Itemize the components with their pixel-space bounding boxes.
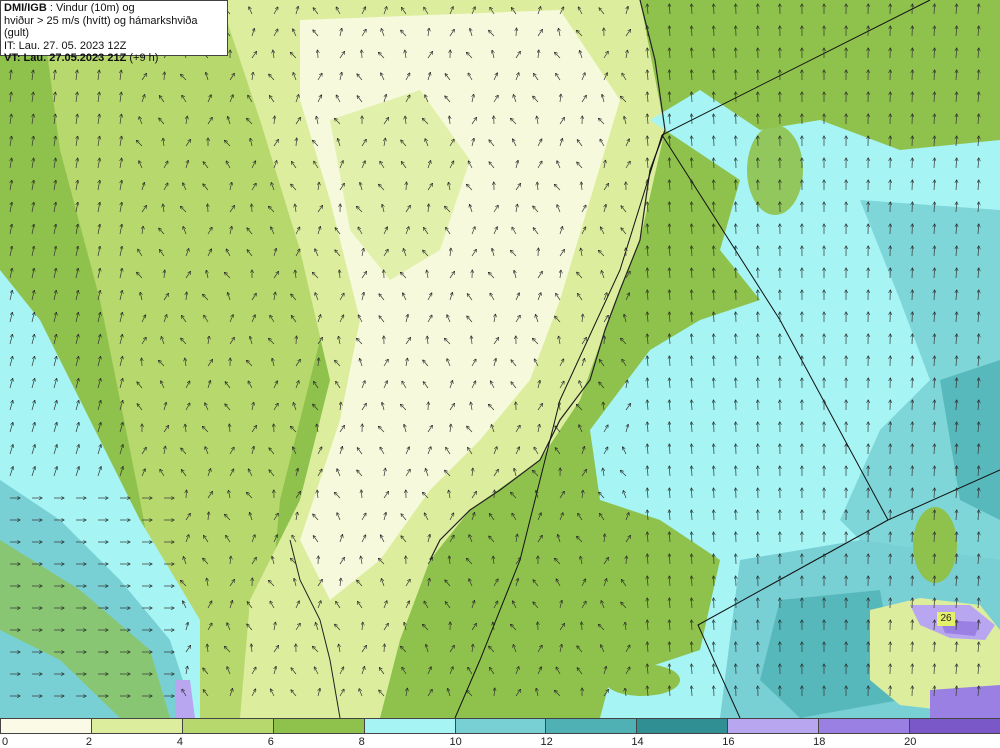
- wind-arrow: [714, 202, 715, 212]
- wind-arrow: [714, 26, 715, 36]
- wind-arrow: [714, 510, 715, 520]
- green-patch: [604, 664, 680, 696]
- info-box: DMI/IGB : Vindur (10m) og hviður > 25 m/…: [0, 0, 228, 56]
- wind-arrow: [384, 644, 385, 652]
- wind-arrow: [714, 70, 715, 80]
- legend-tick: 6: [268, 736, 274, 748]
- wind-arrow: [714, 664, 715, 674]
- wind-arrow: [714, 686, 715, 696]
- wind-arrow: [296, 336, 297, 344]
- wind-arrow: [494, 490, 495, 498]
- wind-arrow: [714, 466, 715, 476]
- info-title: : Vindur (10m) og: [47, 2, 135, 14]
- legend-tick: 12: [540, 736, 552, 748]
- wind-arrow: [208, 204, 209, 212]
- info-line-4: VT: Lau. 27.05.2023 21Z (+9 h): [4, 52, 224, 65]
- info-line-2: hviður > 25 m/s (hvítt) og hámarkshviða …: [4, 15, 224, 40]
- green-patch: [747, 125, 803, 215]
- legend-tick: 18: [813, 736, 825, 748]
- legend-tick: 14: [631, 736, 643, 748]
- wind-arrow: [714, 400, 715, 410]
- legend: 0 2 4 6 8 10 12 14 16 18 20: [0, 718, 1000, 747]
- wind-arrow: [714, 598, 715, 608]
- legend-swatch: [727, 718, 819, 734]
- wind-arrow: [714, 246, 715, 256]
- legend-swatch: [636, 718, 728, 734]
- legend-swatch: [364, 718, 456, 734]
- wind-arrow: [714, 312, 715, 322]
- wind-arrow: [714, 488, 715, 498]
- legend-tick: 16: [722, 736, 734, 748]
- wind-arrow: [714, 114, 715, 124]
- wind-arrow: [714, 158, 715, 168]
- wind-map: [0, 0, 1000, 718]
- wind-arrow: [714, 334, 715, 344]
- wind-arrow: [714, 92, 715, 102]
- green-patch: [913, 507, 957, 583]
- wind-arrow: [714, 532, 715, 542]
- wind-arrow: [516, 28, 517, 36]
- wind-arrow: [714, 224, 715, 234]
- legend-swatch: [455, 718, 547, 734]
- wind-arrow: [362, 50, 363, 58]
- max-gust-label: 26: [937, 612, 955, 626]
- wind-arrow: [252, 204, 253, 212]
- wind-arrow: [714, 136, 715, 146]
- wind-arrow: [714, 4, 715, 14]
- legend-tick: 8: [359, 736, 365, 748]
- wind-arrow: [714, 422, 715, 432]
- wind-arrow: [604, 336, 605, 344]
- legend-tick: 10: [450, 736, 462, 748]
- wind-arrow: [714, 620, 715, 630]
- wind-arrow: [714, 378, 715, 388]
- legend-swatch: [91, 718, 183, 734]
- wind-arrow: [714, 576, 715, 586]
- wind-arrow: [714, 356, 715, 366]
- legend-swatch: [545, 718, 637, 734]
- info-lead: (+9 h): [126, 52, 158, 64]
- legend-swatch: [182, 718, 274, 734]
- legend-tick: 20: [904, 736, 916, 748]
- wind-arrow: [142, 358, 143, 366]
- wind-arrow: [714, 444, 715, 454]
- legend-swatch: [0, 718, 92, 734]
- legend-swatch: [818, 718, 910, 734]
- wind-arrow: [186, 490, 187, 498]
- wind-arrow: [714, 554, 715, 564]
- legend-tick: 0: [2, 736, 8, 748]
- wind-arrow: [714, 642, 715, 652]
- wind-arrow: [714, 290, 715, 300]
- legend-swatch: [909, 718, 1000, 734]
- wind-arrow: [406, 182, 407, 190]
- strong-gust-zone: [930, 685, 1000, 718]
- legend-swatch: [273, 718, 365, 734]
- wind-arrow: [714, 48, 715, 58]
- info-line-3: IT: Lau. 27. 05. 2023 12Z: [4, 40, 224, 53]
- wind-arrow: [714, 180, 715, 190]
- wind-arrow: [714, 268, 715, 278]
- info-valid-time: VT: Lau. 27.05.2023 21Z: [4, 52, 126, 64]
- info-source: DMI/IGB: [4, 2, 47, 14]
- legend-tick: 2: [86, 736, 92, 748]
- info-line-1: DMI/IGB : Vindur (10m) og: [4, 2, 224, 15]
- wind-arrow: [318, 50, 319, 58]
- legend-tick: 4: [177, 736, 183, 748]
